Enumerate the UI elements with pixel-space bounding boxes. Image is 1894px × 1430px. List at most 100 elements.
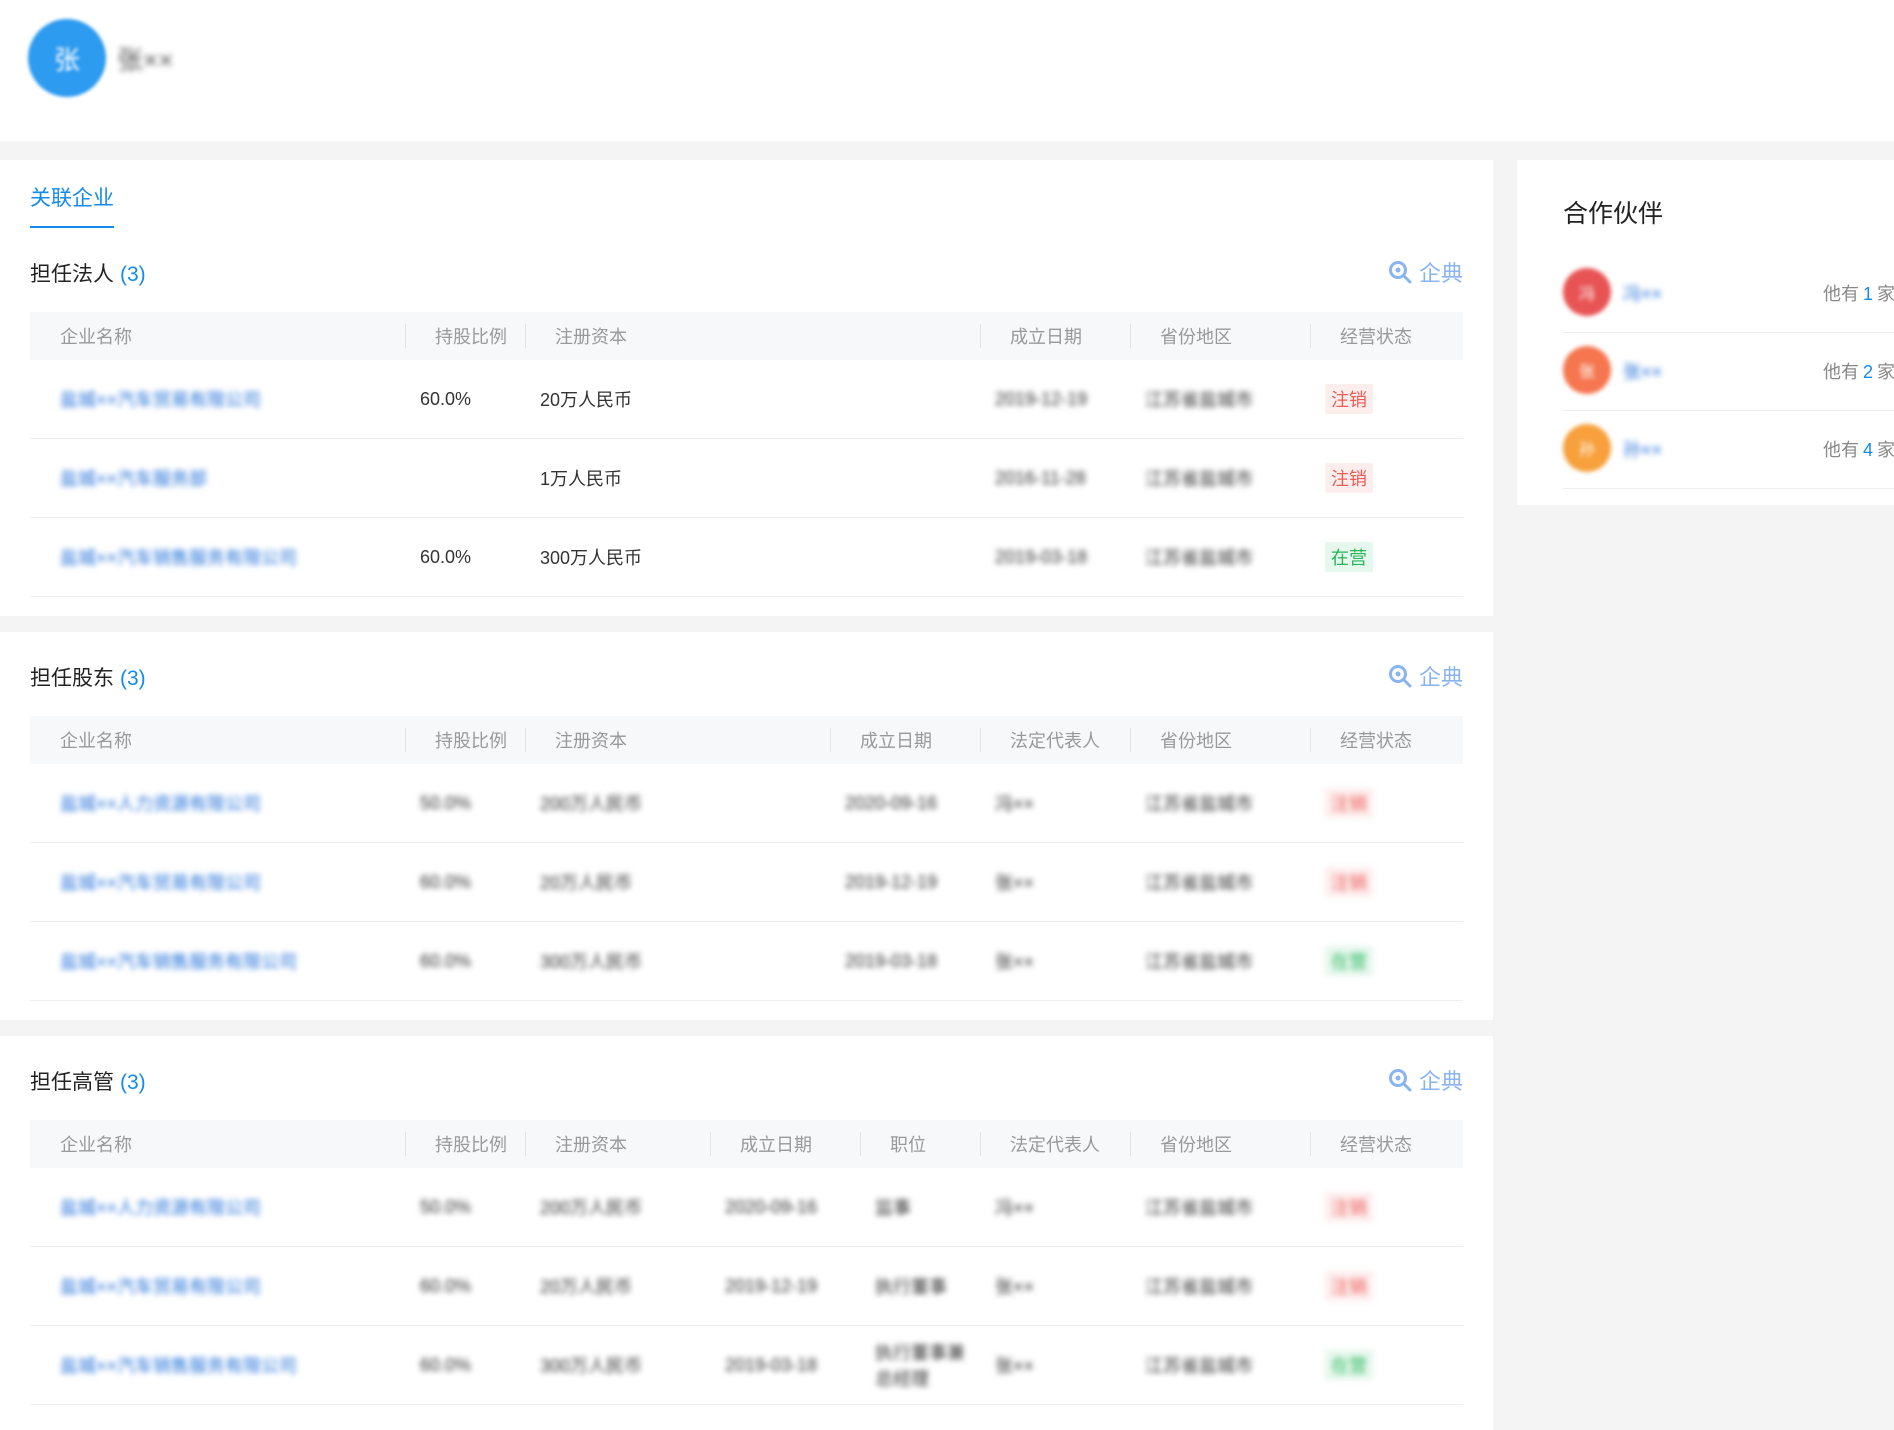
partner-avatar: 冯 (1563, 268, 1611, 316)
table-row: 盐城××汽车销售服务有限公司 60.0% 300万人民币 2019-03-18 张×× 江… (30, 921, 1463, 1001)
company-name-link[interactable]: 盐城××汽车销售服务有限公司 (60, 952, 297, 972)
table-row: 盐城××汽车贸易有限公司 60.0% 20万人民币 2019-12-19 江苏省盐城市 注… (30, 360, 1463, 439)
region: 江苏省盐城市 (1145, 1198, 1253, 1218)
legal-rep: 张×× (995, 1356, 1035, 1376)
registered-capital: 20万人民币 (540, 873, 633, 893)
founded-date: 2019-12-19 (725, 1275, 818, 1296)
region: 江苏省盐城市 (1145, 1356, 1253, 1376)
share-ratio: 60.0% (420, 388, 472, 409)
position: 监事 (875, 1198, 911, 1218)
column-header: 企业名称 (30, 716, 405, 764)
qidian-link[interactable]: 企典 (1387, 660, 1463, 692)
column-header: 成立日期 (980, 312, 1130, 360)
column-header: 注册资本 (525, 1120, 710, 1168)
region: 江苏省盐城市 (1145, 873, 1253, 893)
status-badge: 注销 (1325, 1271, 1373, 1301)
share-ratio: 60.0% (420, 871, 472, 892)
qidian-search-icon (1388, 665, 1412, 688)
legal-person-section: 担任法人 (3) 企典 企业名称 持股比例 注册资本 成立日期 省份地区 经营状态 盐城××汽车贸… (0, 228, 1493, 616)
column-header: 注册资本 (525, 716, 830, 764)
section-title: 担任法人 (3) (30, 263, 146, 286)
partner-item: 孙 孙×× 他有4家关 (1563, 410, 1894, 489)
table-row: 盐城××汽车销售服务有限公司 60.0% 300万人民币 2019-03-18 江苏省盐… (30, 517, 1463, 597)
share-ratio: 60.0% (420, 1354, 472, 1375)
column-header: 省份地区 (1130, 1120, 1310, 1168)
status-badge: 注销 (1325, 384, 1373, 414)
partner-item: 张 张×× 他有2家关 (1563, 332, 1894, 411)
column-header: 持股比例 (405, 716, 525, 764)
status-badge: 注销 (1325, 1192, 1373, 1222)
region: 江苏省盐城市 (1145, 390, 1253, 410)
status-badge: 注销 (1325, 788, 1373, 818)
column-header: 注册资本 (525, 312, 980, 360)
related-companies-panel: 关联企业 担任法人 (3) 企典 企业名称 持股比例 注册资本 成立日期 省份地区 经营状态 盐城… (0, 160, 1493, 1430)
company-name-link[interactable]: 盐城××汽车贸易有限公司 (60, 1277, 261, 1297)
column-header: 经营状态 (1310, 1120, 1463, 1168)
legal-rep: 冯×× (995, 1198, 1035, 1218)
partner-name-link[interactable]: 张×× (1623, 358, 1662, 384)
column-header: 持股比例 (405, 1120, 525, 1168)
company-name-link[interactable]: 盐城××汽车销售服务有限公司 (60, 1356, 297, 1376)
founded-date: 2019-03-18 (845, 950, 938, 971)
company-name-link[interactable]: 盐城××人力资源有限公司 (60, 1198, 261, 1218)
tab-related-companies[interactable]: 关联企业 (30, 182, 114, 229)
column-header: 经营状态 (1310, 312, 1463, 360)
partner-avatar: 张 (1563, 346, 1611, 394)
partner-relation-count[interactable]: 他有1家关 (1823, 280, 1894, 306)
partner-avatar: 孙 (1563, 424, 1611, 472)
region: 江苏省盐城市 (1145, 952, 1253, 972)
avatar: 张 (28, 19, 106, 97)
share-ratio: 60.0% (420, 950, 472, 971)
share-ratio: 60.0% (420, 546, 472, 567)
person-name: 张×× (117, 45, 174, 75)
registered-capital: 20万人民币 (540, 1277, 633, 1297)
column-header: 经营状态 (1310, 716, 1463, 764)
registered-capital: 200万人民币 (540, 1198, 643, 1218)
partner-relation-count[interactable]: 他有4家关 (1823, 436, 1894, 462)
region: 江苏省盐城市 (1145, 1277, 1253, 1297)
founded-date: 2019-12-19 (845, 871, 938, 892)
table-row: 盐城××汽车服务部 1万人民币 2016-11-28 江苏省盐城市 注销 (30, 438, 1463, 518)
partner-relation-count[interactable]: 他有2家关 (1823, 358, 1894, 384)
qidian-link[interactable]: 企典 (1387, 1064, 1463, 1096)
company-name-link[interactable]: 盐城××汽车贸易有限公司 (60, 873, 261, 893)
status-badge: 在营 (1325, 542, 1373, 572)
table-row: 盐城××汽车贸易有限公司 60.0% 20万人民币 2019-12-19 张×× 江苏省盐… (30, 842, 1463, 922)
share-ratio: 50.0% (420, 1196, 472, 1217)
column-header: 成立日期 (710, 1120, 860, 1168)
tab-bar: 关联企业 (0, 160, 1493, 229)
qidian-search-icon (1388, 1069, 1412, 1092)
partners-panel: 合作伙伴 冯 冯×× 他有1家关 张 张×× 他有2家关 孙 孙×× 他有4家关 (1517, 160, 1894, 505)
registered-capital: 20万人民币 (540, 390, 633, 410)
founded-date: 2016-11-28 (995, 467, 1086, 488)
table-row: 盐城××汽车销售服务有限公司 60.0% 300万人民币 2019-03-18 执行董事… (30, 1325, 1463, 1405)
company-name-link[interactable]: 盐城××人力资源有限公司 (60, 794, 261, 814)
position: 执行董事兼总经理 (875, 1343, 965, 1389)
table-row: 盐城××汽车贸易有限公司 60.0% 20万人民币 2019-12-19 执行董事 张××… (30, 1246, 1463, 1326)
column-header: 省份地区 (1130, 716, 1310, 764)
column-header: 企业名称 (30, 1120, 405, 1168)
founded-date: 2020-09-16 (845, 792, 938, 813)
partner-name-link[interactable]: 冯×× (1623, 280, 1662, 306)
company-name-link[interactable]: 盐城××汽车贸易有限公司 (60, 390, 261, 410)
partners-title: 合作伙伴 (1563, 200, 1664, 228)
qidian-search-icon (1388, 261, 1412, 284)
founded-date: 2020-09-16 (725, 1196, 818, 1217)
partner-name-link[interactable]: 孙×× (1623, 436, 1662, 462)
legal-rep: 冯×× (995, 794, 1035, 814)
founded-date: 2019-12-19 (995, 388, 1088, 409)
registered-capital: 300万人民币 (540, 548, 643, 568)
column-header: 成立日期 (830, 716, 980, 764)
company-name-link[interactable]: 盐城××汽车服务部 (60, 469, 207, 489)
table-row: 盐城××人力资源有限公司 50.0% 200万人民币 2020-09-16 冯×× 江苏省… (30, 764, 1463, 843)
company-name-link[interactable]: 盐城××汽车销售服务有限公司 (60, 548, 297, 568)
region: 江苏省盐城市 (1145, 794, 1253, 814)
section-title: 担任高管 (3) (30, 1071, 146, 1094)
legal-rep: 张×× (995, 873, 1035, 893)
section-count: (3) (120, 667, 146, 690)
qidian-link[interactable]: 企典 (1387, 256, 1463, 288)
position: 执行董事 (875, 1277, 947, 1297)
column-header: 持股比例 (405, 312, 525, 360)
company-table: 企业名称 持股比例 注册资本 成立日期 职位 法定代表人 省份地区 经营状态 盐城××人力资源有… (30, 1120, 1463, 1405)
section-title: 担任股东 (3) (30, 667, 146, 690)
